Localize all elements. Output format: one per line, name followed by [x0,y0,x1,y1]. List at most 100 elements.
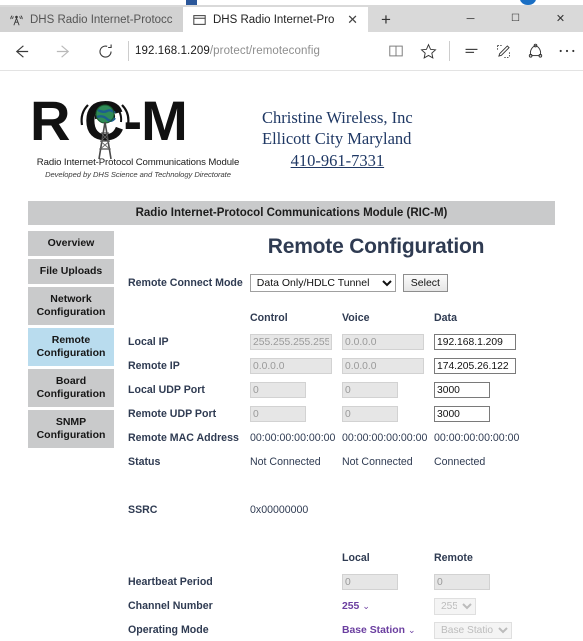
toolbar-separator [449,41,450,61]
share-icon[interactable] [519,33,551,69]
address-host: 192.168.1.209 [135,45,210,57]
radio-tower-graphic [74,89,136,163]
column-header-local: Local [342,552,370,564]
logo-tagline-secondary: Developed by DHS Science and Technology … [45,170,231,179]
cell-heartbeat-blank [250,570,342,594]
company-info: Christine Wireless, Inc Ellicott City Ma… [262,107,413,171]
cell-heartbeat-local [342,570,434,594]
tab-strip: DHS Radio Internet-Protocc DHS Radio Int… [0,5,583,32]
sidebar-item-snmp-configuration[interactable]: SNMP Configuration [28,410,114,448]
cell-operating-local: Base Station ⌄ [342,618,434,641]
status-data-value: Connected [434,456,486,468]
remote-ip-control-input [250,358,332,374]
sidebar-item-remote-configuration[interactable]: Remote Configuration [28,328,114,366]
channel-local-value: 255 [342,601,360,612]
cell-local-ip-control [250,330,342,354]
body-area: Overview File Uploads Network Configurati… [0,231,583,641]
toolbar-icons [380,33,583,69]
close-tab-icon[interactable]: ✕ [345,13,360,26]
remote-ip-data-input[interactable] [434,358,516,374]
cell-channel-blank [250,594,342,618]
table-row-status: Status Not Connected Not Connected Conne… [128,450,528,474]
reading-view-icon[interactable] [380,33,412,69]
header-spacer [128,306,250,330]
browser-tab-2[interactable]: DHS Radio Internet-Pro ✕ [183,7,368,32]
sidebar-item-network-configuration[interactable]: Network Configuration [28,287,114,325]
select-mode-button[interactable]: Select [402,274,448,292]
local-ip-voice-input [342,334,424,350]
sidebar-item-board-configuration[interactable]: Board Configuration [28,369,114,407]
masthead: R C-M Radio Internet-Protocol Communicat… [0,91,583,201]
refresh-button[interactable] [84,33,126,69]
table-spacer-row [128,474,528,498]
close-window-button[interactable]: ✕ [538,5,583,32]
browser-tab-1-title: DHS Radio Internet-Protocc [30,13,173,26]
local-ip-control-input [250,334,332,350]
address-path: /protect/remoteconfig [209,45,320,57]
channel-remote-select: 255 [434,597,476,615]
spacer-cell [128,474,528,498]
sidebar-nav: Overview File Uploads Network Configurati… [28,231,114,451]
maximize-button[interactable]: ☐ [493,5,538,32]
logo-tagline-primary: Radio Internet-Protocol Communications M… [36,157,240,168]
operating-mode-local-select[interactable]: Base Station ⌄ [342,625,415,636]
spacer-cell-2 [128,522,528,546]
lr-header-spacer-2 [250,546,342,570]
page-icon [193,14,206,25]
row-label-operating-mode: Operating Mode [128,624,209,636]
address-bar[interactable]: 192.168.1.209/protect/remoteconfig [135,45,380,57]
remote-connect-mode-label: Remote Connect Mode [128,277,243,289]
row-label-heartbeat-period: Heartbeat Period [128,576,213,588]
row-label-local-udp-port: Local UDP Port [128,384,205,396]
remote-config-table: Control Voice Data Local IP Remote IP [128,306,528,641]
table-row-channel-number: Channel Number 255 ⌄ 255 [128,594,528,618]
window-controls: ─ ☐ ✕ [448,5,583,32]
cell-remote-udp-voice [342,402,434,426]
cell-local-udp-voice [342,378,434,402]
table-row-heartbeat-period: Heartbeat Period [128,570,528,594]
radio-tower-icon [10,14,23,25]
sidebar-item-label-line: Configuration [36,347,106,359]
main-panel: Remote Configuration Remote Connect Mode… [128,231,558,641]
heartbeat-remote-input [434,574,490,590]
status-voice-value: Not Connected [342,456,413,468]
back-button[interactable] [0,33,42,69]
operating-mode-remote-select: Base Station [434,621,512,639]
browser-window: DHS Radio Internet-Protocc DHS Radio Int… [0,5,583,641]
lr-header-spacer [128,546,250,570]
row-label-channel-number: Channel Number [128,600,213,612]
browser-tab-1[interactable]: DHS Radio Internet-Protocc [0,7,183,32]
local-udp-control-input [250,382,306,398]
row-label-remote-mac-address: Remote MAC Address [128,432,239,444]
remote-mac-data-value: 00:00:00:00:00:00 [434,432,520,444]
table-row-remote-ip: Remote IP [128,354,528,378]
minimize-button[interactable]: ─ [448,5,493,32]
sidebar-item-label-line: Board [55,375,87,387]
forward-button[interactable] [42,33,84,69]
hub-icon[interactable] [455,33,487,69]
sidebar-item-overview[interactable]: Overview [28,231,114,256]
channel-local-select[interactable]: 255 ⌄ [342,601,370,612]
company-name: Christine Wireless, Inc [262,108,413,127]
ric-m-logo: R C-M Radio Internet-Protocol Communicat… [30,91,250,187]
cell-remote-ip-data [434,354,528,378]
new-tab-button[interactable]: + [368,7,404,32]
sidebar-item-label-line: Configuration [36,306,106,318]
column-header-remote: Remote [434,552,473,564]
sidebar-item-file-uploads[interactable]: File Uploads [28,259,114,284]
favorites-star-icon[interactable] [412,33,444,69]
remote-connect-mode-select[interactable]: Data Only/HDLC Tunnel [249,274,396,292]
local-udp-data-input[interactable] [434,382,490,398]
more-icon[interactable] [551,33,583,69]
remote-udp-data-input[interactable] [434,406,490,422]
table-row-operating-mode: Operating Mode Base Station ⌄ Base Stati… [128,618,528,641]
chevron-down-icon: ⌄ [407,625,416,635]
status-control-value: Not Connected [250,456,321,468]
web-note-icon[interactable] [487,33,519,69]
company-phone-link[interactable]: 410-961-7331 [262,150,413,171]
sidebar-item-label-line: Network [50,293,92,305]
cell-local-ip-data [434,330,528,354]
local-ip-data-input[interactable] [434,334,516,350]
address-separator [128,41,129,61]
remote-mac-voice-value: 00:00:00:00:00:00 [342,432,428,444]
